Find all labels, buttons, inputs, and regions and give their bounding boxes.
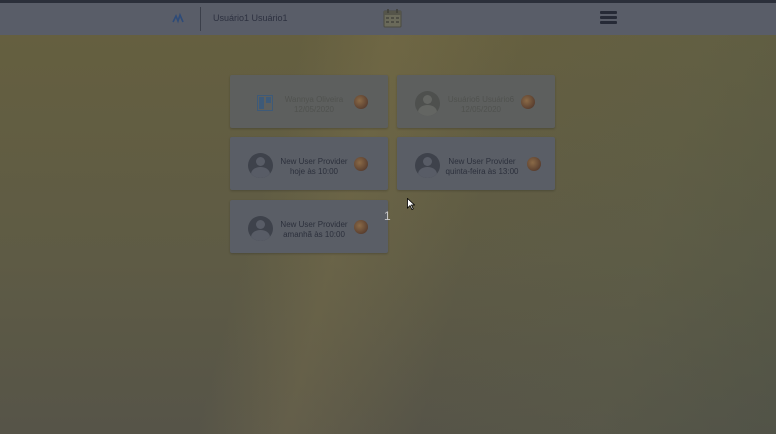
appointment-time: hoje às 10:00 xyxy=(289,167,339,176)
avatar xyxy=(415,153,440,178)
appointment-time: 12/05/2020 xyxy=(293,105,335,114)
cancel-ball-icon[interactable] xyxy=(521,95,535,109)
appointment-time: amanhã às 10:00 xyxy=(283,230,345,239)
appointment-time: quinta-feira às 13:00 xyxy=(445,167,519,176)
user-name[interactable]: Usuário1 Usuário1 xyxy=(213,13,288,23)
app-header: Usuário1 Usuário1 xyxy=(0,3,776,35)
board-icon xyxy=(257,95,273,111)
avatar xyxy=(248,153,273,178)
cancel-ball-icon[interactable] xyxy=(527,157,541,171)
mouse-cursor-icon xyxy=(407,198,415,210)
cancel-ball-icon[interactable] xyxy=(354,157,368,171)
cancel-ball-icon[interactable] xyxy=(354,220,368,234)
appointment-card[interactable]: New User Provider amanhã às 10:00 xyxy=(230,200,388,253)
appointment-card[interactable]: New User Provider quinta-feira às 13:00 xyxy=(397,137,555,190)
header-divider xyxy=(200,7,201,31)
provider-name: New User Provider xyxy=(280,157,348,166)
brand-logo-icon[interactable] xyxy=(171,12,185,26)
cancel-ball-icon[interactable] xyxy=(354,95,368,109)
appointment-card[interactable]: Wannya Oliveira 12/05/2020 xyxy=(230,75,388,128)
provider-name: Usuário6 Usuário6 xyxy=(447,95,515,104)
page-number: 1 xyxy=(384,209,391,223)
provider-name: Wannya Oliveira xyxy=(284,95,344,104)
provider-name: New User Provider xyxy=(448,157,516,166)
appointment-card[interactable]: New User Provider hoje às 10:00 xyxy=(230,137,388,190)
appointment-time: 12/05/2020 xyxy=(460,105,502,114)
appointment-card[interactable]: Usuário6 Usuário6 12/05/2020 xyxy=(397,75,555,128)
provider-name: New User Provider xyxy=(280,220,348,229)
avatar xyxy=(248,216,273,241)
hamburger-menu-icon[interactable] xyxy=(600,11,617,25)
calendar-icon[interactable] xyxy=(383,8,402,28)
avatar xyxy=(415,91,440,116)
